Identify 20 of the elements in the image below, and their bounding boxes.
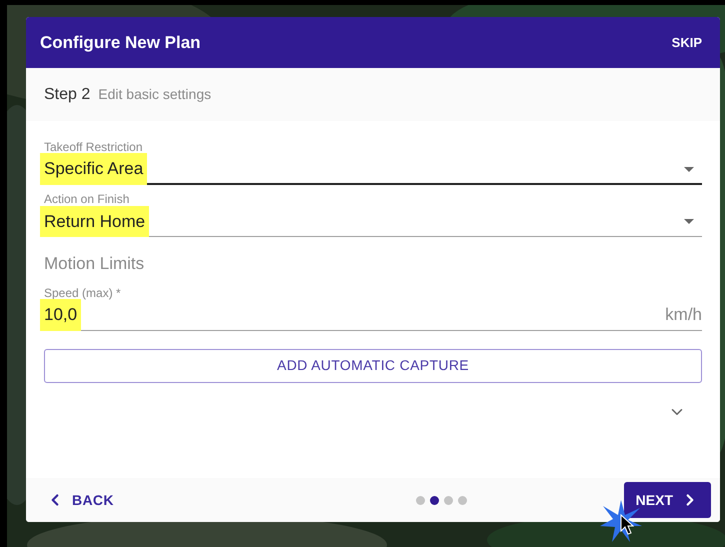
select-field[interactable]: Specific Area [44,155,702,185]
dropdown-arrow-icon [684,166,694,172]
step-number: Step 2 [44,84,90,104]
unit-label: km/h [665,304,702,326]
field-value: Return Home [40,206,150,238]
dropdown-arrow-icon [684,219,694,224]
add-capture-button[interactable]: ADD AUTOMATIC CAPTURE [44,348,702,382]
input-field[interactable]: 10,0 km/h [44,300,702,330]
field-label: Action on Finish [44,191,130,207]
next-button[interactable]: NEXT [624,482,711,518]
back-button[interactable]: BACK [46,490,114,510]
section-heading: Motion Limits [44,253,144,275]
field-value: 10,0 [40,299,82,331]
skip-button[interactable]: SKIP [668,32,706,52]
select-field[interactable]: Return Home [44,207,702,237]
field-value: Specific Area [40,153,148,185]
dialog-title: Configure New Plan [40,32,201,54]
step-description: Edit basic settings [98,85,212,104]
field-label: Takeoff Restriction [44,139,142,155]
field-label: Speed (max) * [44,284,121,300]
